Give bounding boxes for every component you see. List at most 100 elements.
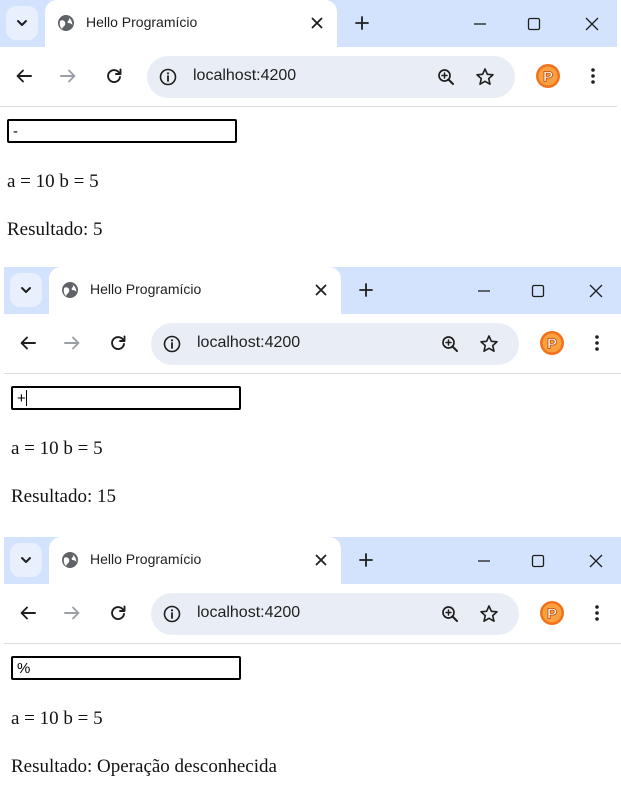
forward-button[interactable] xyxy=(61,332,83,354)
back-button[interactable] xyxy=(17,332,39,354)
tab-close-button[interactable] xyxy=(311,550,331,570)
zoom-button[interactable] xyxy=(439,603,461,625)
bookmark-button[interactable] xyxy=(478,603,500,625)
result-value: Operação desconhecida xyxy=(97,756,277,777)
maximize-icon xyxy=(531,284,545,298)
maximize-button[interactable] xyxy=(523,13,545,35)
arrow-right-icon xyxy=(63,604,81,622)
extension-button[interactable]: P xyxy=(539,330,565,356)
tab-strip: Hello Programício xyxy=(4,537,621,584)
back-button[interactable] xyxy=(13,65,35,87)
operator-input[interactable] xyxy=(11,386,241,410)
zoom-button[interactable] xyxy=(435,66,457,88)
tab-title: Hello Programício xyxy=(90,281,202,297)
tab-search-button[interactable] xyxy=(10,273,42,307)
star-icon xyxy=(475,67,495,87)
reload-icon xyxy=(109,604,127,622)
kebab-menu-icon xyxy=(590,67,596,85)
bookmark-button[interactable] xyxy=(474,66,496,88)
minimize-button[interactable] xyxy=(473,280,495,302)
new-tab-button[interactable] xyxy=(356,280,376,300)
tab-strip: Hello Programício xyxy=(4,267,621,314)
reload-icon xyxy=(105,67,123,85)
close-icon xyxy=(315,284,327,296)
minimize-button[interactable] xyxy=(469,13,491,35)
new-tab-button[interactable] xyxy=(356,550,376,570)
site-info-button[interactable] xyxy=(157,66,179,88)
new-tab-button[interactable] xyxy=(352,13,372,33)
window-close-button[interactable] xyxy=(585,550,607,572)
reload-icon xyxy=(109,334,127,352)
site-info-button[interactable] xyxy=(161,603,183,625)
chevron-down-icon xyxy=(19,283,33,297)
tab-search-button[interactable] xyxy=(6,6,38,40)
minimize-button[interactable] xyxy=(473,550,495,572)
browser-tab[interactable]: Hello Programício xyxy=(49,267,341,314)
reload-button[interactable] xyxy=(107,332,129,354)
page-content: a = 10 b = 5 Resultado: 15 xyxy=(4,374,621,534)
close-icon xyxy=(588,283,604,299)
globe-icon xyxy=(61,281,79,299)
extension-p-icon: P xyxy=(539,330,565,356)
back-button[interactable] xyxy=(17,602,39,624)
operator-input[interactable] xyxy=(7,119,237,143)
tab-search-button[interactable] xyxy=(10,543,42,577)
window-close-button[interactable] xyxy=(585,280,607,302)
arrow-right-icon xyxy=(59,67,77,85)
extension-button[interactable]: P xyxy=(539,600,565,626)
tab-close-button[interactable] xyxy=(307,13,327,33)
reload-button[interactable] xyxy=(107,602,129,624)
url-text[interactable]: localhost:4200 xyxy=(197,334,300,352)
text-caret xyxy=(26,390,27,406)
maximize-button[interactable] xyxy=(527,550,549,572)
operator-input[interactable] xyxy=(11,656,241,680)
forward-button[interactable] xyxy=(61,602,83,624)
address-bar[interactable]: localhost:4200 xyxy=(151,323,519,365)
browser-tab[interactable]: Hello Programício xyxy=(45,0,337,47)
minimize-icon xyxy=(477,554,491,568)
svg-text:P: P xyxy=(547,336,557,353)
info-icon xyxy=(163,335,181,353)
url-text[interactable]: localhost:4200 xyxy=(197,604,300,622)
browser-menu-button[interactable] xyxy=(587,332,607,354)
result-line: Resultado: 15 xyxy=(11,486,116,508)
page-content: a = 10 b = 5 Resultado: 5 xyxy=(0,107,617,267)
browser-window-1: Hello Programício localhost:4200 P - a =… xyxy=(0,0,617,268)
window-close-button[interactable] xyxy=(581,13,603,35)
browser-tab[interactable]: Hello Programício xyxy=(49,537,341,584)
url-text[interactable]: localhost:4200 xyxy=(193,67,296,85)
maximize-icon xyxy=(531,554,545,568)
result-line: Resultado: 5 xyxy=(7,219,103,241)
close-icon xyxy=(315,554,327,566)
result-value: 15 xyxy=(97,486,117,507)
arrow-right-icon xyxy=(63,334,81,352)
reload-button[interactable] xyxy=(103,65,125,87)
browser-toolbar: localhost:4200 P xyxy=(4,584,621,644)
globe-icon xyxy=(61,551,79,569)
chevron-down-icon xyxy=(15,16,29,30)
zoom-in-icon xyxy=(441,605,459,623)
variables-text: a = 10 b = 5 xyxy=(11,708,103,729)
operator-input-wrapper xyxy=(7,119,237,143)
extension-p-icon: P xyxy=(539,600,565,626)
close-icon xyxy=(588,553,604,569)
svg-text:P: P xyxy=(547,606,557,623)
extension-p-icon: P xyxy=(535,63,561,89)
variables-text: a = 10 b = 5 xyxy=(11,438,103,459)
info-icon xyxy=(163,605,181,623)
address-bar[interactable]: localhost:4200 xyxy=(151,593,519,635)
forward-button[interactable] xyxy=(57,65,79,87)
minimize-icon xyxy=(473,17,487,31)
zoom-button[interactable] xyxy=(439,333,461,355)
extension-button[interactable]: P xyxy=(535,63,561,89)
page-content: a = 10 b = 5 Resultado: Operação desconh… xyxy=(4,644,621,804)
maximize-button[interactable] xyxy=(527,280,549,302)
bookmark-button[interactable] xyxy=(478,333,500,355)
address-bar[interactable]: localhost:4200 xyxy=(147,56,515,98)
result-label: Resultado: xyxy=(11,486,93,507)
tab-close-button[interactable] xyxy=(311,280,331,300)
site-info-button[interactable] xyxy=(161,333,183,355)
browser-menu-button[interactable] xyxy=(583,65,603,87)
operator-input-wrapper xyxy=(11,386,241,410)
browser-menu-button[interactable] xyxy=(587,602,607,624)
